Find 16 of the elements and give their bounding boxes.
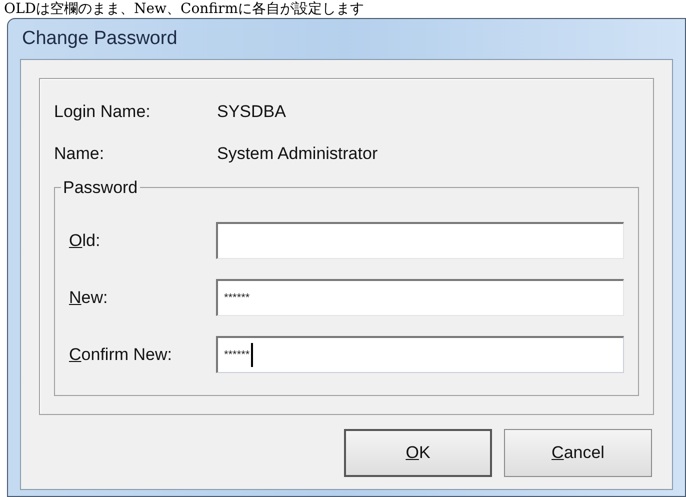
field-value: SYSDBA — [217, 101, 286, 124]
masked-password: ****** — [224, 350, 250, 360]
field-label: Login Name: — [54, 101, 152, 124]
dialog-button[interactable]: OK — [344, 429, 492, 477]
dialog-button[interactable]: Cancel — [504, 429, 652, 477]
field-label: Confirm New: — [69, 344, 173, 366]
window-title: Change Password — [21, 26, 178, 51]
caption-text: OLDは空欄のまま、New、Confirmに各自が設定します — [3, 0, 365, 18]
field-label: Name: — [54, 143, 106, 166]
field-label: New: — [69, 286, 109, 309]
masked-password: ****** — [224, 292, 250, 304]
password-field[interactable] — [216, 222, 624, 259]
field-label: Old: — [69, 230, 102, 252]
password-field[interactable]: ****** — [216, 279, 624, 316]
field-value: System Administrator — [217, 143, 378, 166]
password-field[interactable]: ****** — [216, 336, 624, 373]
